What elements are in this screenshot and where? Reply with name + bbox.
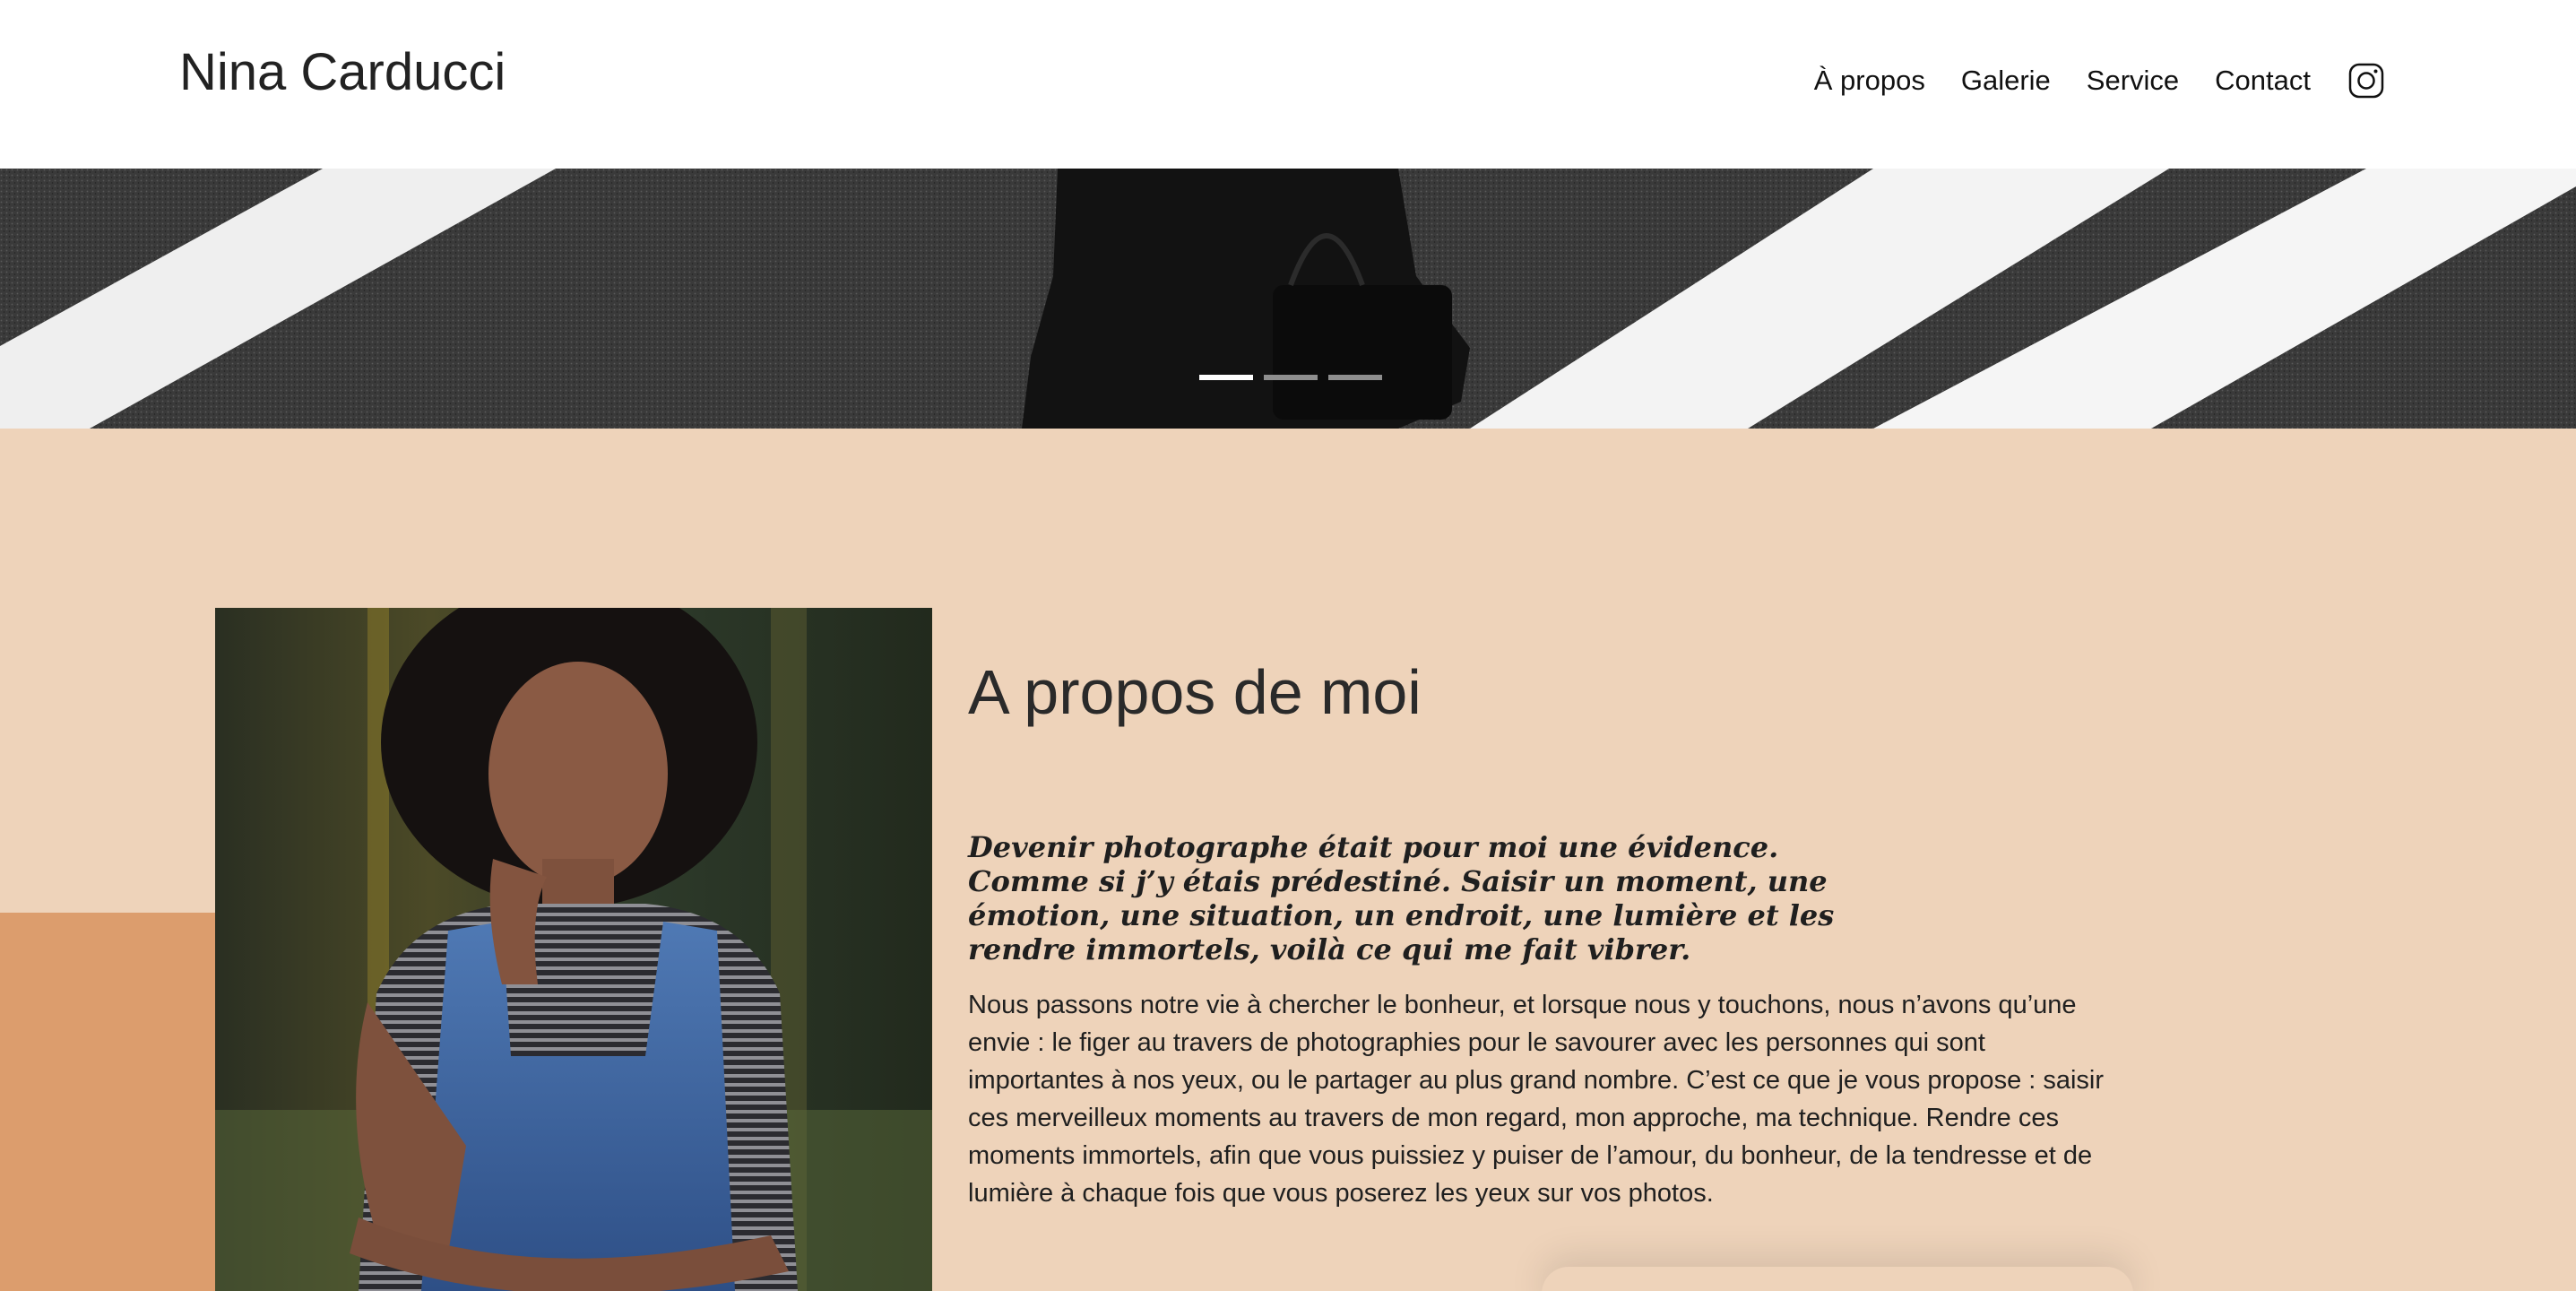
nav-link-service[interactable]: Service [2087, 65, 2179, 97]
about-title: A propos de moi [968, 657, 1422, 727]
site-header: Nina Carducci À propos Galerie Service C… [0, 0, 2576, 169]
about-quote: Devenir photographe était pour moi une é… [968, 830, 1835, 966]
floating-card-edge [1542, 1267, 2133, 1291]
accent-block [0, 913, 215, 1291]
portrait-photo [215, 608, 932, 1291]
about-section: A propos de moi Devenir photographe étai… [0, 429, 2576, 1291]
nav-link-contact[interactable]: Contact [2215, 65, 2311, 97]
main-nav: À propos Galerie Service Contact [1814, 59, 2384, 102]
nav-link-a-propos[interactable]: À propos [1814, 65, 1925, 97]
carousel-indicators [1199, 375, 1382, 380]
instagram-icon[interactable] [2348, 63, 2384, 99]
hero-carousel[interactable] [0, 169, 2576, 429]
about-text: Nous passons notre vie à chercher le bon… [968, 991, 2105, 1208]
nav-link-galerie[interactable]: Galerie [1961, 65, 2051, 97]
carousel-indicator-2[interactable] [1264, 375, 1318, 380]
carousel-indicator-3[interactable] [1328, 375, 1382, 380]
carousel-indicator-1[interactable] [1199, 375, 1253, 380]
hero-image [0, 169, 2576, 429]
site-brand[interactable]: Nina Carducci [179, 41, 506, 104]
